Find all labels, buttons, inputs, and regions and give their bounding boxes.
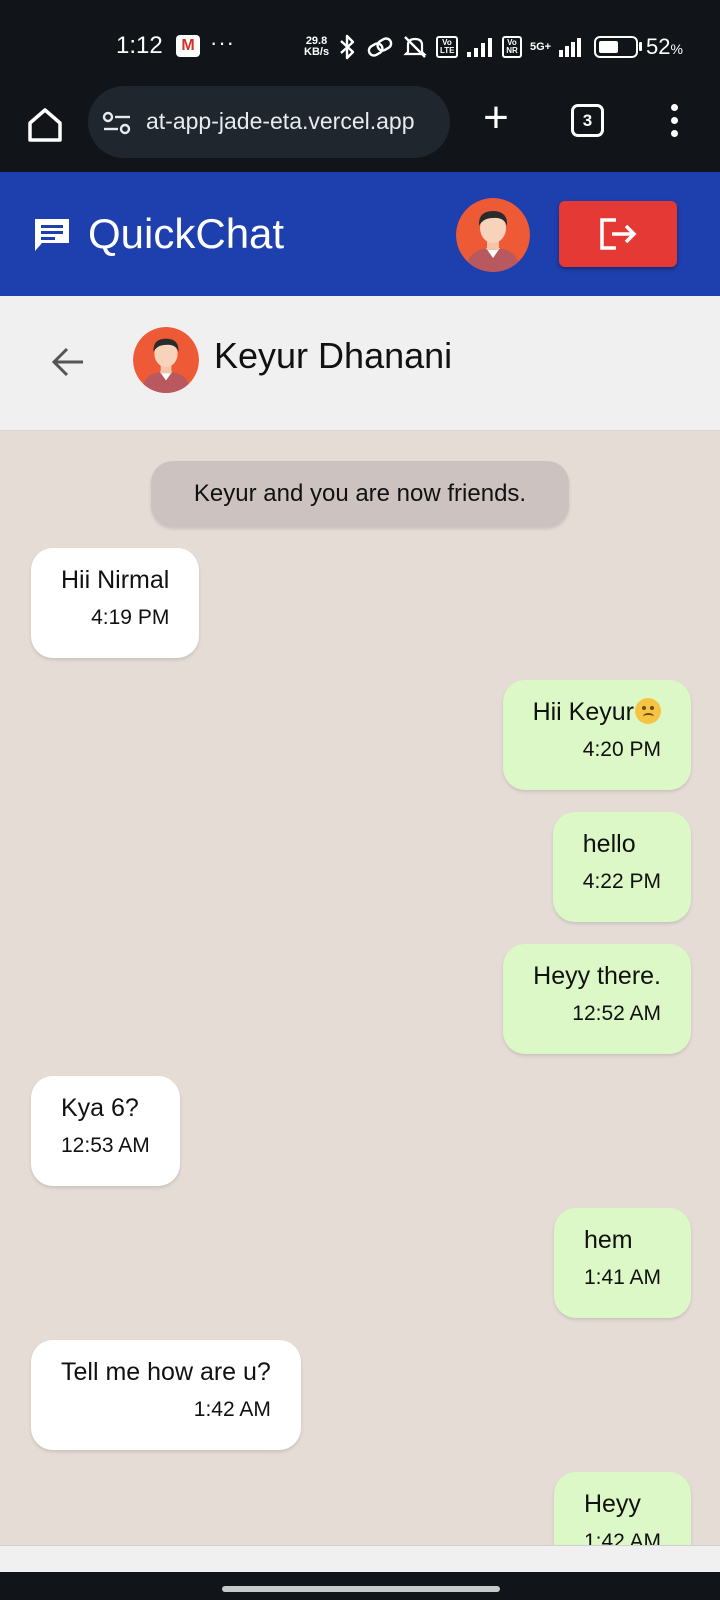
message-time: 4:20 PM [582,738,661,761]
app-header: QuickChat [0,172,720,296]
browser-toolbar: at-app-jade-eta.vercel.app + 3 [0,86,720,172]
more-notifications-icon: ··· [210,30,235,55]
message-text: Tell me how are u? [61,1358,271,1386]
status-time: 1:12 [116,32,163,59]
message-time: 1:42 AM [193,1398,271,1421]
message-text: Kya 6? [61,1094,139,1122]
message-incoming[interactable]: Tell me how are u? 1:42 AM [31,1340,301,1450]
logout-button[interactable] [559,201,677,267]
battery-percent: 52% [646,34,683,60]
mute-icon [403,36,427,58]
battery-icon [594,36,638,58]
avatar-icon [456,198,530,272]
battery-fill [599,41,618,53]
message-time: 12:52 AM [572,1002,661,1025]
message-outgoing[interactable]: hem 1:41 AM [553,1208,691,1318]
message-text: Heyy [583,1490,641,1518]
message-outgoing[interactable]: Hii Keyur 4:20 PM [502,680,691,790]
message-text-wrap: Hii Keyur [533,696,661,728]
signal-icon [467,38,492,57]
message-incoming[interactable]: Hii Nirmal 4:19 PM [31,548,200,658]
message-outgoing[interactable]: hello 4:22 PM [552,812,691,922]
message-text: Heyy there. [533,962,661,990]
back-button[interactable] [46,340,90,384]
message-time: 4:22 PM [582,870,661,893]
network-type: 5G+ [530,41,552,53]
more-vert-icon[interactable] [668,104,680,140]
gmail-icon: M [176,35,200,57]
battery-percent-sign: % [670,41,683,57]
message-outgoing[interactable]: Heyy there. 12:52 AM [503,944,691,1054]
message-time: 12:53 AM [61,1134,150,1157]
volte-badge: Vo LTE [436,36,458,58]
address-bar[interactable]: at-app-jade-eta.vercel.app [88,86,450,158]
message-text: hem [583,1226,633,1254]
contact-avatar[interactable] [133,327,199,393]
message-list[interactable]: Keyur and you are now friends. Hii Nirma… [0,431,720,1545]
status-icons: Vo LTE Vo NR 5G+ [338,32,583,62]
status-bar: 1:12 M ··· 29.8 KB/s Vo LTE Vo NR 5G+ 52… [0,0,720,86]
home-button[interactable] [22,102,68,148]
message-text: Hii Keyur [532,698,634,726]
url-text[interactable]: at-app-jade-eta.vercel.app [146,108,442,135]
battery-tip [639,42,642,51]
battery-percent-value: 52 [646,34,671,59]
message-outgoing[interactable]: Heyy 1:42 AM [553,1472,691,1545]
logout-icon [600,218,637,250]
plus-icon: + [483,93,509,142]
avatar[interactable] [456,198,530,272]
site-settings-icon[interactable] [102,110,132,136]
message-text: hello [582,830,636,858]
vonr-badge: Vo NR [502,36,522,58]
contact-avatar-icon [133,327,199,393]
network-speed: 29.8 KB/s [304,36,329,58]
home-gesture-handle[interactable] [222,1586,500,1592]
message-incoming[interactable]: Kya 6? 12:53 AM [31,1076,180,1186]
new-tab-button[interactable]: + [476,96,516,140]
chat-header: Keyur Dhanani [0,296,720,431]
message-input-area[interactable] [0,1545,720,1572]
message-time: 1:42 AM [583,1530,661,1545]
signal-icon-2 [559,38,582,57]
link-icon [367,37,393,57]
app-title: QuickChat [88,210,285,257]
tab-count: 3 [582,111,593,130]
message-text: Hii Nirmal [61,566,170,594]
chat-icon [35,219,69,251]
message-time: 1:41 AM [583,1266,661,1289]
woozy-face-icon [635,698,661,724]
network-speed-unit: KB/s [304,46,330,58]
system-message: Keyur and you are now friends. [151,461,569,527]
contact-name: Keyur Dhanani [214,335,453,376]
bluetooth-icon [340,34,355,60]
system-nav-bar [0,1572,720,1600]
back-arrow-icon [51,347,83,377]
tabs-button[interactable]: 3 [571,104,604,137]
message-time: 4:19 PM [91,606,170,629]
home-icon [28,108,62,142]
